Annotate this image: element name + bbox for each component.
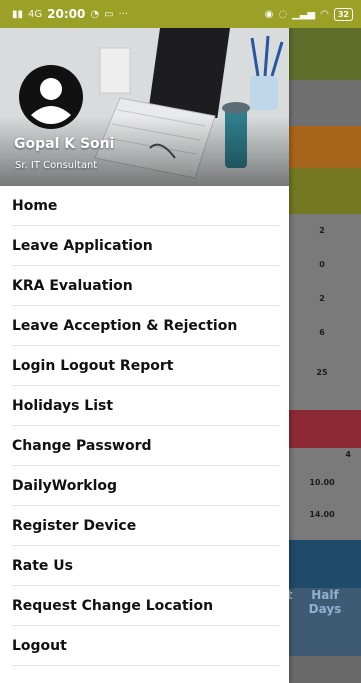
bg-panel-stats <box>289 214 361 410</box>
menu-item-leave-acception-rejection[interactable]: Leave Acception & Rejection <box>12 306 279 346</box>
bg-value: 10.00 <box>309 478 335 487</box>
signal-icon: ▮▮ <box>12 8 24 20</box>
alarm-icon: ◌ <box>278 8 288 20</box>
network-type: 4G <box>28 8 43 20</box>
half-days-line1: Half <box>311 588 339 602</box>
bg-block-grey <box>289 80 361 126</box>
bg-value: 2 <box>319 294 325 303</box>
navigation-drawer: Gopal K Soni Sr. IT Consultant Home Leav… <box>0 28 289 683</box>
menu-item-change-password[interactable]: Change Password <box>12 426 279 466</box>
signal-bars-icon: ▁▃▅ <box>292 8 316 20</box>
wifi-icon: ◠ <box>320 8 329 20</box>
bg-panel-hours <box>289 448 361 540</box>
status-bar: ▮▮ 4G 20:00 ◔ ▭ ··· ◉ ◌ ▁▃▅ ◠ 32 <box>0 0 361 28</box>
user-name: Gopal K Soni <box>14 136 115 152</box>
eye-icon: ◉ <box>264 8 274 20</box>
bg-block-orange <box>289 126 361 168</box>
status-time: 20:00 <box>47 7 86 21</box>
bg-value: 2 <box>319 226 325 235</box>
bg-value: 25 <box>316 368 328 377</box>
bg-block-lime <box>289 168 361 214</box>
bg-value: 6 <box>319 328 325 337</box>
drawer-menu: Home Leave Application KRA Evaluation Le… <box>0 186 289 666</box>
menu-item-home[interactable]: Home <box>12 186 279 226</box>
menu-item-login-logout-report[interactable]: Login Logout Report <box>12 346 279 386</box>
menu-item-kra-evaluation[interactable]: KRA Evaluation <box>12 266 279 306</box>
bg-block-blue <box>289 540 361 588</box>
bg-value: 14.00 <box>309 510 335 519</box>
menu-item-logout[interactable]: Logout <box>12 626 279 666</box>
more-notifications: ··· <box>118 8 129 20</box>
account-circle-icon[interactable] <box>18 64 84 130</box>
half-days-line2: Days <box>308 602 342 616</box>
menu-item-rate-us[interactable]: Rate Us <box>12 546 279 586</box>
bg-value: 0 <box>319 260 325 269</box>
battery-indicator: 32 <box>333 7 353 21</box>
user-role: Sr. IT Consultant <box>15 160 98 171</box>
bg-value: 4 <box>345 450 351 459</box>
menu-item-daily-worklog[interactable]: DailyWorklog <box>12 466 279 506</box>
bg-block-bottom <box>289 656 361 683</box>
bg-block-red <box>289 410 361 448</box>
status-left: ▮▮ 4G 20:00 ◔ ▭ ··· <box>12 7 128 21</box>
bg-block-olive <box>289 28 361 80</box>
message-icon: ▭ <box>104 8 114 20</box>
drawer-header: Gopal K Soni Sr. IT Consultant <box>0 28 289 186</box>
menu-item-request-change-location[interactable]: Request Change Location <box>12 586 279 626</box>
half-days-label: t Half Days <box>287 588 361 616</box>
menu-item-leave-application[interactable]: Leave Application <box>12 226 279 266</box>
status-right: ◉ ◌ ▁▃▅ ◠ 32 <box>264 7 353 21</box>
whatsapp-icon: ◔ <box>90 8 100 20</box>
menu-item-holidays-list[interactable]: Holidays List <box>12 386 279 426</box>
menu-item-register-device[interactable]: Register Device <box>12 506 279 546</box>
